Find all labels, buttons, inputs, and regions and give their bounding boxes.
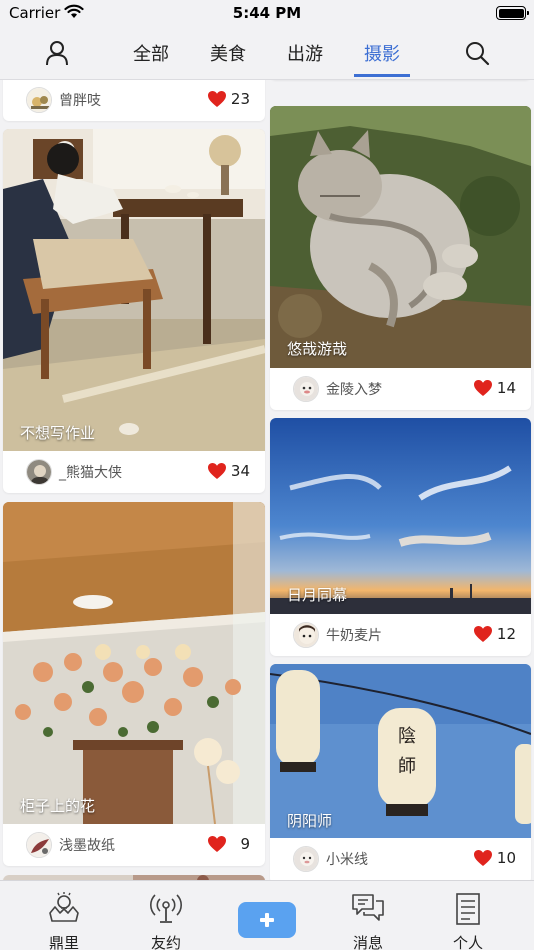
like-count: 23 <box>230 90 250 108</box>
like-count: 10 <box>496 849 516 867</box>
svg-text:陰: 陰 <box>398 726 416 747</box>
status-bar: Carrier 5:44 PM <box>0 0 534 26</box>
heart-icon[interactable] <box>473 379 493 397</box>
tab-label: 个人 <box>452 934 483 950</box>
tab-all[interactable]: 全部 <box>133 40 169 66</box>
tab-messages[interactable]: 消息 <box>328 881 408 950</box>
heart-icon[interactable] <box>207 90 227 108</box>
photo-caption: 日月同幕 <box>287 586 348 604</box>
author-name[interactable]: 曾胖吱 <box>59 90 101 110</box>
clock: 5:44 PM <box>232 4 302 22</box>
author-name[interactable]: 浅墨故纸 <box>59 835 115 855</box>
feed-card[interactable]: 陰 師 阴阳师 小米线 10 <box>270 664 531 880</box>
like-count: 9 <box>240 835 250 853</box>
feed-card[interactable]: 不想写作业 _熊猫大侠 34 <box>3 129 265 493</box>
tab-food[interactable]: 美食 <box>210 40 246 66</box>
author-name[interactable]: 牛奶麦片 <box>326 625 382 645</box>
card-meta: _熊猫大侠 34 <box>3 451 265 493</box>
photo-cat <box>270 106 531 368</box>
like-count: 34 <box>230 462 250 480</box>
photo-caption: 不想写作业 <box>20 424 96 442</box>
like-count: 14 <box>496 379 516 397</box>
author-name[interactable]: _熊猫大侠 <box>59 462 122 482</box>
document-icon <box>456 893 480 925</box>
avatar[interactable] <box>26 87 52 113</box>
photo-caption: 阴阳师 <box>287 812 333 830</box>
chat-icon <box>352 894 384 921</box>
bottom-tab-bar: 鼎里 友约 消息 个人 <box>0 880 534 950</box>
avatar[interactable] <box>293 622 319 648</box>
photo-caption: 柜子上的花 <box>20 797 96 815</box>
crown-icon <box>49 892 79 922</box>
search-icon[interactable] <box>464 40 490 66</box>
tab-label: 友约 <box>150 934 181 950</box>
card-photo[interactable] <box>3 502 265 824</box>
card-meta: 浅墨故纸 9 <box>3 824 265 866</box>
tab-photography[interactable]: 摄影 <box>364 40 400 66</box>
tab-youyue[interactable]: 友约 <box>126 881 206 950</box>
heart-icon[interactable] <box>207 462 227 480</box>
feed-card[interactable]: 日月同幕 牛奶麦片 12 <box>270 418 531 656</box>
battery-icon <box>496 6 529 20</box>
photo-caption: 悠哉游哉 <box>287 340 348 358</box>
tab-label: 消息 <box>352 934 383 950</box>
photo-girl-desk <box>3 129 265 451</box>
card-photo[interactable] <box>270 106 531 368</box>
tab-profile[interactable]: 个人 <box>428 881 508 950</box>
person-icon[interactable] <box>45 40 69 66</box>
tab-travel[interactable]: 出游 <box>287 40 323 66</box>
avatar[interactable] <box>26 832 52 858</box>
avatar[interactable] <box>293 376 319 402</box>
author-name[interactable]: 小米线 <box>326 849 368 869</box>
feed-card[interactable]: 柜子上的花 浅墨故纸 9 <box>3 502 265 866</box>
avatar[interactable] <box>26 459 52 485</box>
add-post-button[interactable] <box>238 902 296 938</box>
top-nav: 全部 美食 出游 摄影 <box>0 26 534 80</box>
card-meta: 曾胖吱 23 <box>3 80 265 121</box>
card-meta: 金陵入梦 14 <box>270 368 531 410</box>
avatar[interactable] <box>293 846 319 872</box>
card-meta: 小米线 10 <box>270 838 531 880</box>
feed-card[interactable]: 悠哉游哉 金陵入梦 14 <box>270 106 531 410</box>
card-photo[interactable] <box>3 129 265 451</box>
antenna-icon <box>150 894 182 923</box>
photo-feed[interactable]: 曾胖吱 23 不想写作业 _熊猫大侠 34 悠哉游哉 金陵入梦 14 日月同幕 … <box>0 80 534 880</box>
heart-icon[interactable] <box>207 835 227 853</box>
svg-text:師: 師 <box>398 756 416 777</box>
feed-card[interactable]: 曾胖吱 23 <box>3 80 265 121</box>
tab-label: 鼎里 <box>48 934 79 950</box>
author-name[interactable]: 金陵入梦 <box>326 379 382 399</box>
heart-icon[interactable] <box>473 849 493 867</box>
card-meta: 牛奶麦片 12 <box>270 614 531 656</box>
heart-icon[interactable] <box>473 625 493 643</box>
like-count: 12 <box>496 625 516 643</box>
photo-flowers <box>3 502 265 824</box>
active-tab-indicator <box>354 74 410 77</box>
tab-dingli[interactable]: 鼎里 <box>24 881 104 950</box>
